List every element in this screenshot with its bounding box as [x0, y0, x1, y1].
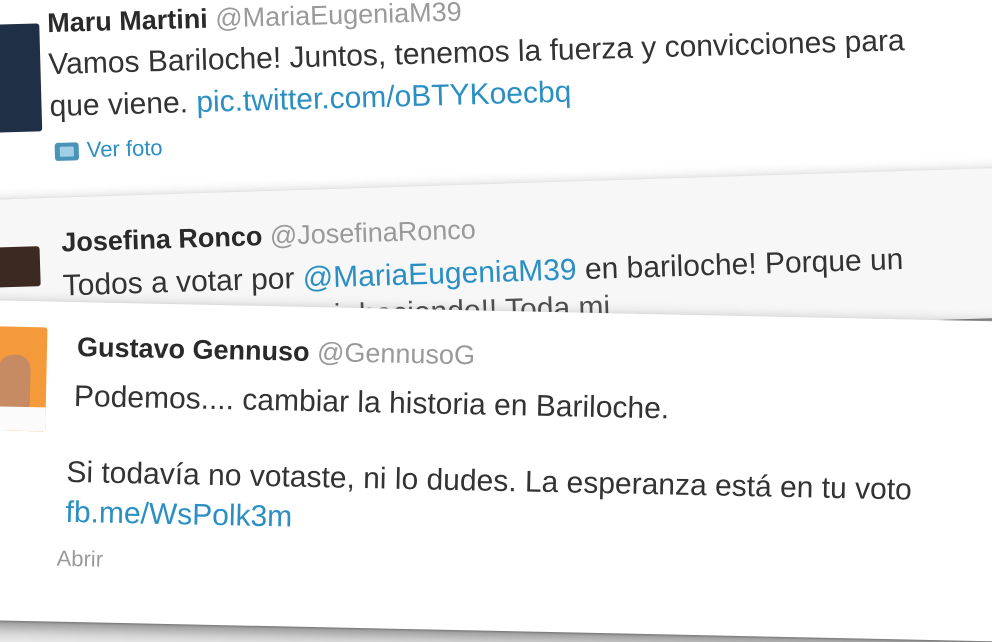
mention-link[interactable]: @MariaEugeniaM39 — [302, 253, 577, 295]
tweet-header: Maru Martini @MariaEugeniaM39 — [47, 0, 462, 39]
avatar-face — [0, 354, 31, 412]
author-name[interactable]: Maru Martini — [47, 4, 208, 38]
author-name[interactable]: Josefina Ronco — [61, 221, 263, 257]
tweet-header: Gustavo Gennuso @GennusoG — [77, 332, 476, 371]
author-handle[interactable]: @GennusoG — [317, 337, 476, 370]
avatar[interactable] — [0, 23, 43, 133]
avatar[interactable] — [0, 246, 41, 288]
view-photo-link[interactable]: Ver foto — [54, 135, 163, 164]
tweet-card-gustavo-gennuso[interactable]: Gustavo Gennuso @GennusoG Podemos.... ca… — [0, 300, 992, 642]
view-photo-label: Ver foto — [86, 134, 163, 163]
fb-link[interactable]: fb.me/WsPolk3m — [65, 496, 292, 535]
tweet-text-line2: que viene. pic.twitter.com/oBTYKoecbq — [49, 76, 572, 125]
tweet-text-fragment: que viene. — [49, 86, 189, 124]
author-handle[interactable]: @MariaEugeniaM39 — [215, 0, 462, 33]
pic-link[interactable]: pic.twitter.com/oBTYKoecbq — [196, 76, 572, 119]
avatar-shirt — [0, 406, 46, 432]
tweet-card-maru-martini[interactable]: Maru Martini @MariaEugeniaM39 Vamos Bari… — [0, 0, 992, 200]
author-name[interactable]: Gustavo Gennuso — [77, 332, 310, 367]
tweet-text-fragment: Todos a votar por — [62, 262, 295, 303]
tweet-text: Podemos.... cambiar la historia en Baril… — [73, 379, 670, 426]
author-handle[interactable]: @JosefinaRonco — [269, 214, 476, 250]
tweet-header: Josefina Ronco @JosefinaRonco — [61, 214, 476, 258]
open-tweet-link[interactable]: Abrir — [56, 546, 103, 573]
avatar[interactable] — [0, 326, 48, 432]
tweet-text-fragment: en bariloche! Porque un — [584, 243, 904, 287]
photo-icon — [54, 142, 80, 162]
